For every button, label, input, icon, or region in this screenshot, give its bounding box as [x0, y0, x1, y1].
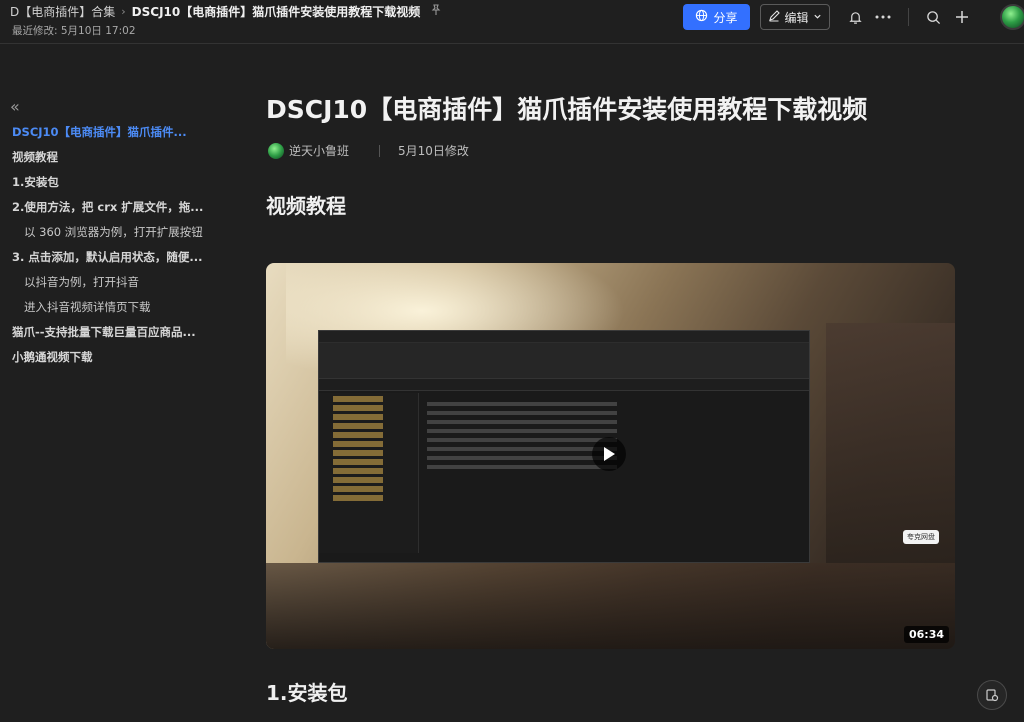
more-icon[interactable] — [871, 5, 895, 29]
doc-meta: 逆天小鲁班 5月10日修改 — [268, 142, 469, 159]
toc-item-open-douyin[interactable]: 以抖音为例，打开抖音 — [0, 273, 220, 298]
toc-item-click-add[interactable]: 3. 点击添加，默认启用状态，随便... — [0, 248, 220, 273]
page-title: DSCJ10【电商插件】猫爪插件安装使用教程下载视频 — [266, 95, 868, 124]
user-avatar[interactable] — [1000, 4, 1024, 30]
chevron-down-icon — [813, 10, 822, 24]
video-duration: 06:34 — [903, 626, 949, 643]
author-name[interactable]: 逆天小鲁班 — [289, 142, 349, 159]
collapse-icon[interactable]: « — [10, 97, 20, 116]
toc-item-douyin-download[interactable]: 进入抖音视频详情页下载 — [0, 298, 220, 323]
modified-date: 5月10日修改 — [398, 144, 469, 158]
search-icon[interactable] — [921, 5, 945, 29]
toc-item-batch-download[interactable]: 猫爪--支持批量下载巨量百应商品... — [0, 323, 220, 348]
top-bar: D【电商插件】合集 › DSCJ10【电商插件】猫爪插件安装使用教程下载视频 最… — [0, 0, 1024, 44]
video-player[interactable]: 夸克网盘 06:34 — [266, 263, 955, 649]
last-modified: 最近修改: 5月10日 17:02 — [12, 25, 136, 37]
comment-icon[interactable] — [977, 680, 1007, 710]
toc-item-usage[interactable]: 2.使用方法，把 crx 扩展文件，拖... — [0, 198, 220, 223]
section-heading-install: 1.安装包 — [266, 681, 348, 705]
video-frame-explorer-window — [318, 330, 810, 563]
toc-item-install-package[interactable]: 1.安装包 — [0, 173, 220, 198]
meta-divider — [379, 144, 381, 157]
toc-item-video-tutorial[interactable]: 视频教程 — [0, 148, 220, 173]
toolbar-divider — [908, 8, 909, 26]
pin-icon[interactable] — [430, 4, 442, 19]
breadcrumb-parent[interactable]: D【电商插件】合集 — [10, 3, 115, 20]
video-watermark-badge: 夸克网盘 — [903, 530, 939, 544]
breadcrumb: D【电商插件】合集 › DSCJ10【电商插件】猫爪插件安装使用教程下载视频 — [10, 3, 442, 20]
video-frame-bookshelf — [826, 323, 955, 563]
breadcrumb-current: DSCJ10【电商插件】猫爪插件安装使用教程下载视频 — [131, 5, 421, 19]
share-button[interactable]: 分享 — [683, 4, 750, 30]
video-frame-desk — [266, 563, 955, 649]
toc-list: DSCJ10【电商插件】猫爪插件... 视频教程 1.安装包 2.使用方法，把 … — [0, 123, 220, 373]
plus-icon[interactable] — [950, 5, 974, 29]
toc-item-360-browser[interactable]: 以 360 浏览器为例，打开扩展按钮 — [0, 223, 220, 248]
edit-label: 编辑 — [784, 10, 809, 25]
bell-icon[interactable] — [843, 5, 867, 29]
breadcrumb-separator: › — [121, 5, 126, 18]
share-label: 分享 — [713, 10, 738, 25]
section-heading-video: 视频教程 — [266, 194, 346, 218]
toc-item-title[interactable]: DSCJ10【电商插件】猫爪插件... — [0, 123, 220, 148]
globe-icon — [695, 9, 708, 25]
toc-item-xiaoetong[interactable]: 小鹅通视频下载 — [0, 348, 220, 373]
play-icon[interactable] — [592, 437, 626, 471]
pencil-icon — [768, 9, 781, 25]
edit-button[interactable]: 编辑 — [760, 4, 830, 30]
author-avatar[interactable] — [268, 142, 284, 159]
